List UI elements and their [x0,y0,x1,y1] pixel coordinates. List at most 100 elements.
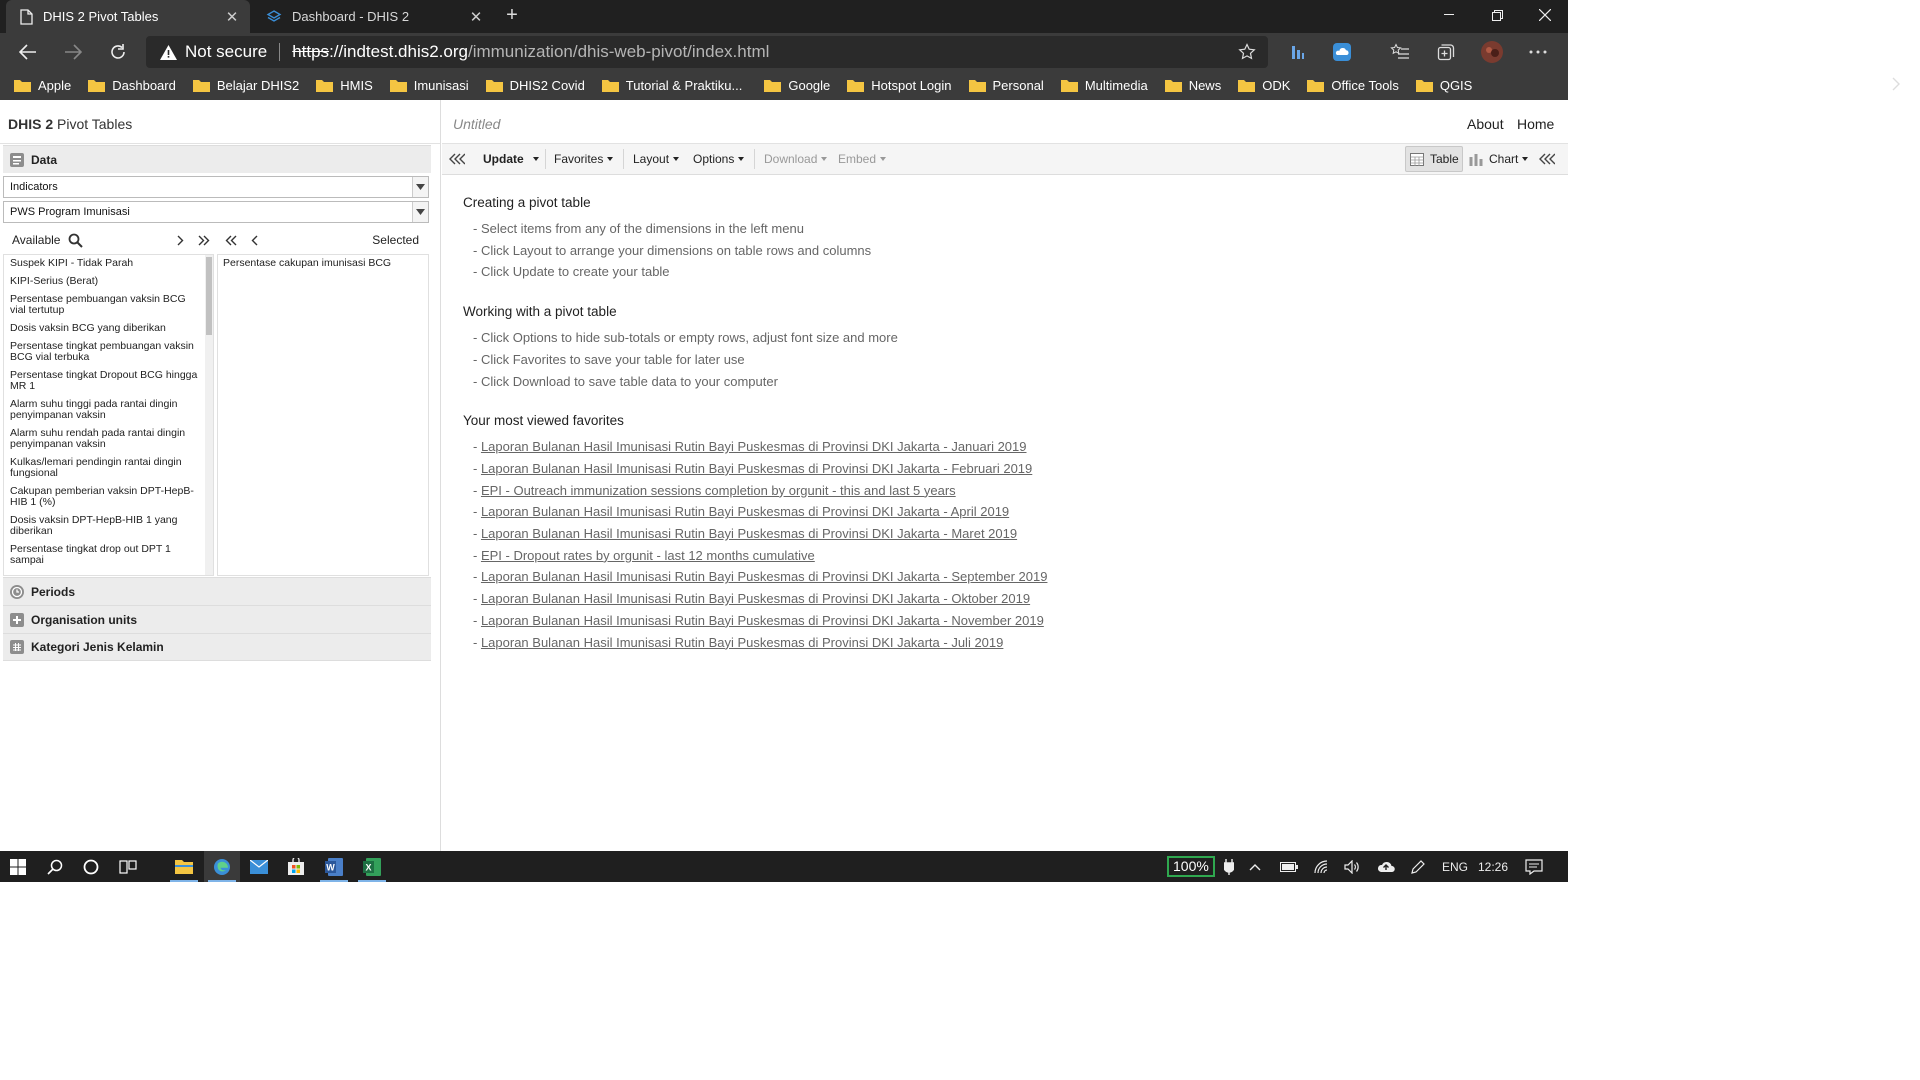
pen-icon[interactable] [1410,851,1426,882]
download-button[interactable]: Download [764,144,828,174]
gender-section-header[interactable]: Kategori Jenis Kelamin [3,633,431,661]
volume-icon[interactable] [1344,851,1360,882]
list-item[interactable]: Dosis vaksin BCG yang diberikan [4,320,213,338]
chevron-up-icon[interactable] [1249,851,1261,882]
list-item[interactable]: KIPI-Serius (Berat) [4,273,213,291]
list-item[interactable]: Persentase tingkat drop out DPT 1 sampai [4,541,213,570]
favorite-link[interactable]: Laporan Bulanan Hasil Imunisasi Rutin Ba… [481,526,1017,541]
bookmark-folder-personal[interactable]: Personal [968,78,1044,93]
deselect-all-icon[interactable] [225,235,237,246]
refresh-icon[interactable] [102,36,134,68]
bookmark-folder-imunisasi[interactable]: Imunisasi [389,78,469,93]
power-plug-icon[interactable] [1224,851,1234,882]
list-item[interactable]: Persentase tingkat pembuangan vaksin BCG… [4,338,213,367]
minimize-button[interactable] [1426,0,1472,30]
extension-icon[interactable] [1282,37,1314,67]
bookmark-folder-belajar-dhis2[interactable]: Belajar DHIS2 [192,78,299,93]
back-icon[interactable] [12,36,44,68]
table-view-button[interactable]: Table [1405,146,1463,172]
collapse-left-panel-icon[interactable] [449,144,465,174]
chevron-down-icon[interactable] [412,177,428,197]
battery-percent-badge[interactable]: 100% [1167,851,1215,882]
bookmark-folder-tutorial[interactable]: Tutorial & Praktiku... [601,78,742,93]
list-item[interactable]: Alarm suhu tinggi pada rantai dingin pen… [4,396,213,425]
bookmark-folder-odk[interactable]: ODK [1238,78,1290,93]
favorite-link[interactable]: Laporan Bulanan Hasil Imunisasi Rutin Ba… [481,461,1032,476]
onedrive-extension-icon[interactable] [1326,37,1358,67]
edge-browser-icon[interactable] [204,851,240,882]
bookmark-folder-dashboard[interactable]: Dashboard [88,78,176,93]
favorite-link[interactable]: Laporan Bulanan Hasil Imunisasi Rutin Ba… [481,635,1003,650]
favorite-link[interactable]: Laporan Bulanan Hasil Imunisasi Rutin Ba… [481,439,1027,454]
onedrive-cloud-icon[interactable] [1377,851,1395,882]
list-item[interactable]: Persentase tingkat Dropout BCG hingga MR… [4,367,213,396]
bookmark-folder-multimedia[interactable]: Multimedia [1060,78,1148,93]
favorites-button[interactable]: Favorites [554,144,614,174]
chevron-down-icon[interactable] [412,202,428,222]
deselect-one-icon[interactable] [251,235,258,246]
list-item[interactable]: Cakupan pemberian vaksin DPT-HepB-HIB 1 … [4,483,213,512]
search-icon[interactable] [37,851,73,882]
list-item[interactable]: Persentase pembuangan vaksin BCG vial te… [4,291,213,320]
wifi-icon[interactable] [1314,851,1330,882]
excel-icon[interactable]: X [354,851,390,882]
word-icon[interactable]: W [316,851,352,882]
collections-icon[interactable] [1430,37,1462,67]
bookmark-folder-qgis[interactable]: QGIS [1415,78,1472,93]
bookmark-folder-office-tools[interactable]: Office Tools [1307,78,1399,93]
data-section-header[interactable]: Data [3,145,431,173]
about-link[interactable]: About [1467,116,1504,132]
bookmark-folder-hotspot-login[interactable]: Hotspot Login [847,78,952,93]
org-units-section-header[interactable]: Organisation units [3,605,431,633]
favorite-link[interactable]: Laporan Bulanan Hasil Imunisasi Rutin Ba… [481,569,1048,584]
more-options-icon[interactable] [1522,37,1554,67]
restore-button[interactable] [1474,0,1520,30]
address-bar[interactable]: Not secure https://indtest.dhis2.org/imm… [146,36,1268,68]
indicator-group-select[interactable]: PWS Program Imunisasi [3,201,429,223]
bookmark-folder-apple[interactable]: Apple [14,78,71,93]
embed-button[interactable]: Embed [838,144,887,174]
favorite-link[interactable]: EPI - Outreach immunization sessions com… [481,483,956,498]
select-all-icon[interactable] [198,235,210,246]
new-tab-button[interactable]: + [500,4,524,28]
home-link[interactable]: Home [1517,116,1554,132]
list-item[interactable]: Suspek KIPI - Tidak Parah [4,255,213,273]
favorite-star-icon[interactable] [1238,43,1256,61]
close-window-button[interactable] [1522,0,1568,30]
bookmark-folder-dhis2-covid[interactable]: DHIS2 Covid [485,78,585,93]
favorites-list-icon[interactable] [1384,37,1416,67]
language-indicator[interactable]: ENG [1442,851,1468,882]
collapse-panel-icon[interactable] [1539,144,1555,174]
tab-dashboard[interactable]: Dashboard - DHIS 2 ✕ [252,0,494,33]
scrollbar-thumb[interactable] [206,257,212,335]
mail-icon[interactable] [241,851,277,882]
search-icon[interactable] [68,233,84,248]
battery-icon[interactable] [1280,851,1298,882]
layout-button[interactable]: Layout [633,144,680,174]
windows-start-icon[interactable] [0,851,36,882]
list-item[interactable]: Kulkas/lemari pendingin rantai dingin fu… [4,454,213,483]
bookmark-folder-hmis[interactable]: HMIS [316,78,373,93]
favorite-link[interactable]: Laporan Bulanan Hasil Imunisasi Rutin Ba… [481,591,1030,606]
options-button[interactable]: Options [693,144,745,174]
favorite-link[interactable]: Laporan Bulanan Hasil Imunisasi Rutin Ba… [481,613,1044,628]
tab-pivot-tables[interactable]: DHIS 2 Pivot Tables ✕ [6,0,250,33]
bookmark-folder-google[interactable]: Google [764,78,830,93]
favorite-link[interactable]: EPI - Dropout rates by orgunit - last 12… [481,548,815,563]
favorite-link[interactable]: Laporan Bulanan Hasil Imunisasi Rutin Ba… [481,504,1009,519]
notifications-icon[interactable] [1525,851,1543,882]
store-icon[interactable] [278,851,314,882]
list-item[interactable]: Persentase cakupan imunisasi BCG [218,255,428,273]
update-button[interactable]: Update [483,144,539,174]
list-item[interactable]: Dosis vaksin DPT-HepB-HIB 1 yang diberik… [4,512,213,541]
close-tab-icon[interactable]: ✕ [222,7,242,27]
select-one-icon[interactable] [177,235,184,246]
chevron-right-icon[interactable] [1892,77,1900,91]
task-view-icon[interactable] [110,851,146,882]
clock[interactable]: 12:26 [1478,851,1508,882]
file-explorer-icon[interactable] [166,851,202,882]
bookmark-folder-news[interactable]: News [1164,78,1221,93]
close-tab-icon[interactable]: ✕ [466,7,486,27]
profile-avatar[interactable] [1476,37,1508,67]
periods-section-header[interactable]: Periods [3,577,431,605]
